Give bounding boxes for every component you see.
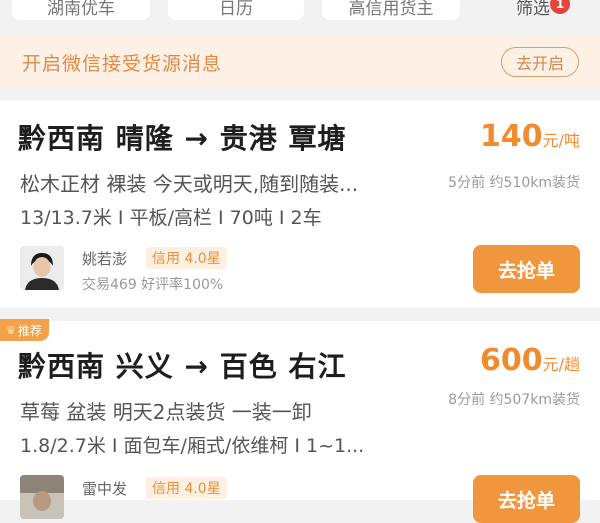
route-title: 黔西南 兴义 → 百色 右江 (18, 350, 347, 383)
shipper-name: 雷中发 (82, 480, 128, 498)
price: 600元/趟 (480, 343, 580, 378)
cargo-description: 草莓 盆装 明天2点装货 一装一卸 (20, 400, 312, 424)
filter-bar: 湖南优车 日历 高信用货主 筛选 1 (0, 0, 600, 30)
truck-specs: 1.8/2.7米 I 面包车/厢式/依维柯 I 1~1... (20, 435, 365, 457)
enable-wechat-button[interactable]: 去开启 (501, 47, 579, 77)
shipper-stats: 交易469 好评率100% (82, 277, 224, 293)
price-unit: 元/吨 (542, 131, 580, 150)
posted-meta: 8分前 约507km装货 (448, 392, 580, 408)
credit-badge: 信用 4.0星 (146, 477, 227, 499)
price-value: 600 (479, 343, 543, 378)
filter-chip-hunan[interactable]: 湖南优车 (12, 0, 150, 20)
price: 140元/吨 (480, 119, 580, 154)
price-unit: 元/趟 (542, 355, 580, 374)
filter-label: 筛选 (516, 0, 550, 19)
notice-text: 开启微信接受货源消息 (22, 52, 223, 75)
credit-badge: 信用 4.0星 (146, 247, 227, 269)
grab-order-button[interactable]: 去抢单 (473, 245, 580, 293)
filter-chip-credit[interactable]: 高信用货主 (322, 0, 460, 20)
recommend-label: 推荐 (17, 323, 42, 338)
crown-icon: ♛ (6, 323, 16, 337)
posted-meta: 5分前 约510km装货 (448, 175, 580, 191)
recommend-tag: ♛ 推荐 (0, 319, 49, 341)
avatar (20, 246, 64, 290)
route-title: 黔西南 晴隆 → 贵港 覃塘 (18, 122, 347, 155)
filter-chip-label: 湖南优车 (47, 0, 115, 19)
wechat-notice-bar: 开启微信接受货源消息 去开启 (0, 36, 600, 88)
truck-specs: 13/13.7米 I 平板/高栏 I 70吨 I 2车 (20, 207, 322, 229)
filter-button[interactable]: 筛选 (478, 0, 588, 20)
avatar (20, 475, 64, 519)
grab-order-button[interactable]: 去抢单 (473, 475, 580, 523)
filter-chip-label: 高信用货主 (348, 0, 434, 19)
filter-chip-label: 日历 (219, 0, 253, 19)
filter-chip-calendar[interactable]: 日历 (168, 0, 304, 20)
cargo-card[interactable]: ♛ 推荐 黔西南 兴义 → 百色 右江 600元/趟 草莓 盆装 明天2点装货 一… (0, 319, 600, 523)
shipper-name: 姚若澎 (82, 250, 128, 268)
cargo-card[interactable]: 黔西南 晴隆 → 贵港 覃塘 140元/吨 松木正材 裸装 今天或明天,随到随装… (0, 101, 600, 307)
price-value: 140 (479, 119, 543, 154)
cargo-description: 松木正材 裸装 今天或明天,随到随装... (20, 172, 359, 196)
